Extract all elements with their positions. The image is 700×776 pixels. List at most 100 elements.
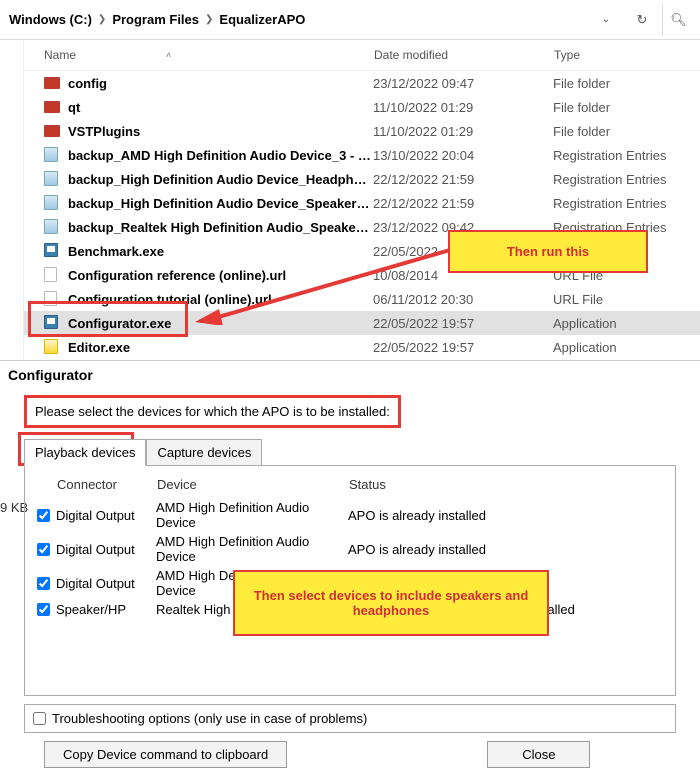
file-row[interactable]: Configurator.exe22/05/2022 19:57Applicat…	[24, 311, 700, 335]
file-type: File folder	[553, 100, 700, 115]
folder-icon	[44, 99, 62, 115]
file-date: 22/12/2022 21:59	[373, 172, 553, 187]
reg-icon	[44, 171, 62, 187]
file-name: Configurator.exe	[68, 316, 373, 331]
folder-icon	[44, 123, 62, 139]
device-name: AMD High Definition Audio Device	[156, 534, 348, 564]
file-name: qt	[68, 100, 373, 115]
device-checkbox[interactable]	[37, 543, 50, 556]
file-type: File folder	[553, 124, 700, 139]
file-type: Registration Entries	[553, 148, 700, 163]
file-row[interactable]: config23/12/2022 09:47File folder	[24, 71, 700, 95]
file-date: 22/05/2022 19:57	[373, 316, 553, 331]
file-name: config	[68, 76, 373, 91]
nav-tree-stripe[interactable]	[0, 40, 24, 360]
column-date[interactable]: Date modified	[374, 48, 554, 62]
reg-icon	[44, 147, 62, 163]
column-headers: Name ˄ Date modified Type	[24, 40, 700, 71]
file-date: 11/10/2022 01:29	[373, 124, 553, 139]
device-connector: Digital Output	[56, 542, 156, 557]
device-checkbox[interactable]	[37, 577, 50, 590]
callout-run: Then run this	[448, 230, 648, 273]
file-type: File folder	[553, 76, 700, 91]
device-connector: Speaker/HP	[56, 602, 156, 617]
file-name: Benchmark.exe	[68, 244, 373, 259]
instruction-text: Please select the devices for which the …	[24, 395, 401, 428]
file-name: Editor.exe	[68, 340, 373, 355]
search-icon: 🔍︎	[670, 12, 687, 28]
file-name: Configuration tutorial (online).url	[68, 292, 373, 307]
search-button[interactable]: 🔍︎	[662, 4, 694, 36]
column-type[interactable]: Type	[554, 48, 700, 62]
file-row[interactable]: backup_AMD High Definition Audio Device_…	[24, 143, 700, 167]
file-date: 13/10/2022 20:04	[373, 148, 553, 163]
breadcrumb: Windows (C:) ❯ Program Files ❯ Equalizer…	[0, 0, 700, 40]
file-type: Registration Entries	[553, 172, 700, 187]
column-name-label: Name	[44, 48, 76, 62]
file-type: URL File	[553, 292, 700, 307]
tab-capture[interactable]: Capture devices	[146, 439, 262, 466]
file-date: 11/10/2022 01:29	[373, 100, 553, 115]
file-row[interactable]: backup_High Definition Audio Device_Spea…	[24, 191, 700, 215]
device-col-device[interactable]: Device	[157, 477, 349, 492]
device-row[interactable]: Digital OutputAMD High Definition Audio …	[33, 498, 667, 532]
url-icon	[44, 291, 62, 307]
file-type: Registration Entries	[553, 196, 700, 211]
breadcrumb-dropdown[interactable]: ⌄	[590, 4, 622, 36]
file-date: 22/05/2022 19:57	[373, 340, 553, 355]
device-col-status[interactable]: Status	[349, 477, 667, 492]
refresh-icon: ↻	[637, 12, 648, 28]
device-checkbox[interactable]	[37, 603, 50, 616]
troubleshoot-checkbox[interactable]	[33, 712, 46, 725]
device-status: APO is already installed	[348, 508, 667, 523]
file-name: backup_High Definition Audio Device_Spea…	[68, 196, 373, 211]
copy-command-button[interactable]: Copy Device command to clipboard	[44, 741, 287, 768]
tab-playback[interactable]: Playback devices	[24, 439, 146, 466]
file-row[interactable]: VSTPlugins11/10/2022 01:29File folder	[24, 119, 700, 143]
troubleshoot-label: Troubleshooting options (only use in cas…	[52, 711, 367, 726]
file-name: VSTPlugins	[68, 124, 373, 139]
device-name: AMD High Definition Audio Device	[156, 500, 348, 530]
file-list: Name ˄ Date modified Type config23/12/202…	[24, 40, 700, 360]
device-row[interactable]: Digital OutputAMD High Definition Audio …	[33, 532, 667, 566]
file-row[interactable]: Editor.exe22/05/2022 19:57Application	[24, 335, 700, 359]
device-status: APO is already installed	[348, 542, 667, 557]
refresh-button[interactable]: ↻	[626, 4, 658, 36]
chevron-right-icon: ❯	[98, 14, 106, 25]
tabs: Playback devices Capture devices	[24, 438, 676, 466]
file-type: Application	[553, 316, 700, 331]
file-name: backup_AMD High Definition Audio Device_…	[68, 148, 373, 163]
close-button[interactable]: Close	[487, 741, 590, 768]
folder-icon	[44, 75, 62, 91]
device-col-connector[interactable]: Connector	[57, 477, 157, 492]
exe-icon	[44, 243, 62, 259]
reg-icon	[44, 195, 62, 211]
file-name: backup_Realtek High Definition Audio_Spe…	[68, 220, 373, 235]
chevron-right-icon: ❯	[205, 14, 213, 25]
callout-select-devices: Then select devices to include speakers …	[233, 570, 549, 636]
device-connector: Digital Output	[56, 576, 156, 591]
file-date: 22/12/2022 21:59	[373, 196, 553, 211]
sort-ascending-icon: ˄	[166, 50, 171, 60]
column-name[interactable]: Name ˄	[44, 48, 374, 62]
chevron-down-icon: ⌄	[602, 14, 610, 25]
file-row[interactable]: backup_High Definition Audio Device_Head…	[24, 167, 700, 191]
file-type: Application	[553, 340, 700, 355]
file-row[interactable]: Configuration tutorial (online).url06/11…	[24, 287, 700, 311]
configurator-title: Configurator	[0, 360, 700, 389]
breadcrumb-segment[interactable]: Program Files	[109, 10, 202, 29]
file-name: Configuration reference (online).url	[68, 268, 373, 283]
url-icon	[44, 267, 62, 283]
file-date: 06/11/2012 20:30	[373, 292, 553, 307]
file-date: 23/12/2022 09:47	[373, 76, 553, 91]
breadcrumb-root[interactable]: Windows (C:)	[6, 10, 95, 29]
troubleshoot-toggle[interactable]: Troubleshooting options (only use in cas…	[24, 704, 676, 733]
breadcrumb-segment[interactable]: EqualizerAPO	[216, 10, 308, 29]
exe-icon	[44, 315, 62, 331]
device-checkbox[interactable]	[37, 509, 50, 522]
reg-icon	[44, 219, 62, 235]
file-row[interactable]: qt11/10/2022 01:29File folder	[24, 95, 700, 119]
editor-icon	[44, 339, 62, 355]
device-connector: Digital Output	[56, 508, 156, 523]
file-name: backup_High Definition Audio Device_Head…	[68, 172, 373, 187]
